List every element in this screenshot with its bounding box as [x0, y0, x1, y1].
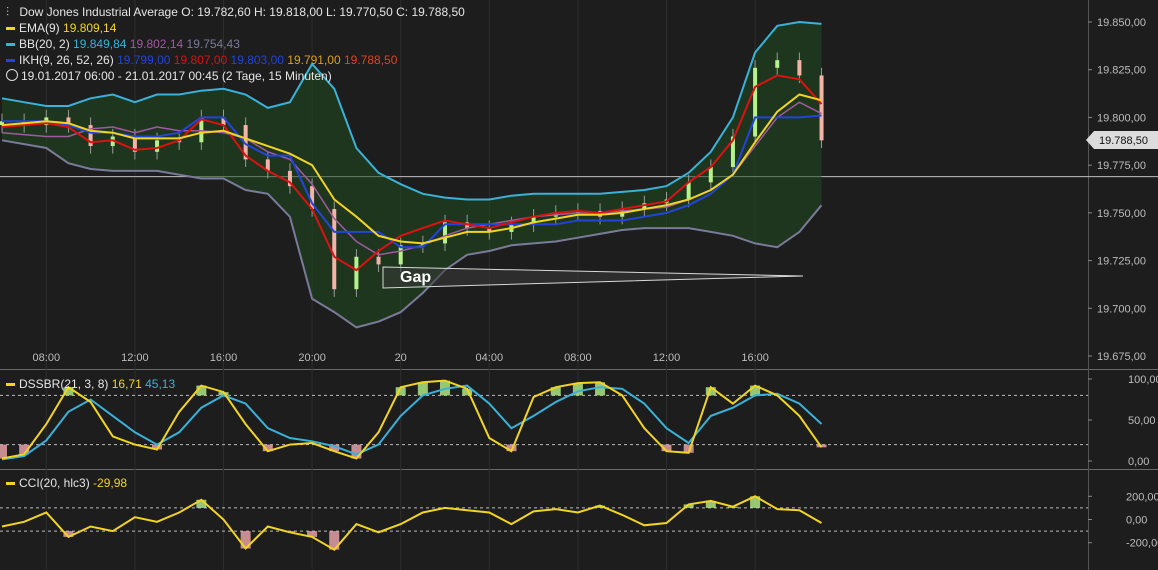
dssbr-value-fast: 16,71	[111, 377, 142, 391]
bb-value-upper: 19.849,84	[73, 37, 127, 51]
x-tick-label: 16:00	[210, 352, 238, 364]
dss-y-tick-label: 50,00	[1128, 415, 1156, 427]
y-tick-label: 19.725,00	[1097, 256, 1146, 268]
candle-body	[753, 67, 758, 137]
dssbr-value-slow: 45,13	[145, 377, 176, 391]
candle-body	[686, 182, 691, 200]
ohlc-high: H: 19.818,00	[253, 5, 323, 19]
candle-body	[376, 256, 381, 265]
legend-title-row: ⫶ Dow Jones Industrial Average O: 19.782…	[6, 4, 465, 20]
date-duration: (2 Tage, 15 Minuten)	[221, 69, 332, 83]
candle-body	[354, 256, 359, 290]
ikh-value-5: 19.788,50	[344, 53, 398, 67]
bb-value-middle: 19.802,14	[129, 37, 184, 51]
cci-label: CCI(20, hlc3)	[19, 476, 90, 490]
x-tick-label: 04:00	[476, 352, 504, 364]
dssbr-label: DSSBR(21, 3, 8)	[19, 377, 109, 391]
cci-legend[interactable]: CCI(20, hlc3) -29,98	[6, 476, 127, 490]
x-tick-label: 12:00	[121, 352, 149, 364]
ikh-value-4: 19.791,00	[287, 53, 341, 67]
candle-body	[775, 60, 780, 68]
y-tick-label: 19.750,00	[1097, 208, 1146, 220]
y-tick-label: 19.775,00	[1097, 160, 1146, 172]
cci-value: -29,98	[93, 476, 128, 490]
legend-range-row: 19.01.2017 06:00 - 21.01.2017 00:45 (2 T…	[6, 68, 465, 84]
y-tick-label: 19.825,00	[1097, 65, 1146, 77]
ohlc-low: L: 19.770,50	[326, 5, 393, 19]
x-tick-label: 20	[395, 352, 407, 364]
dssbr-swatch	[6, 383, 15, 387]
ikh-value-3: 19.803,00	[230, 53, 284, 67]
bb-value-lower: 19.754,43	[186, 37, 240, 51]
y-tick-label: 19.675,00	[1097, 351, 1146, 363]
ikh-value-2: 19.807,00	[173, 53, 228, 67]
candle-body	[797, 60, 802, 76]
legend-ikh-row[interactable]: IKH(9, 26, 52, 26) 19.799,00 19.807,00 1…	[6, 52, 465, 68]
clock-icon	[6, 69, 18, 81]
ikh-value-1: 19.799,00	[117, 53, 171, 67]
ikh-swatch	[6, 59, 15, 63]
cci-y-tick-label: -200,00	[1126, 538, 1158, 550]
cci-y-tick-label: 0,00	[1126, 515, 1147, 527]
chart-stage: 08:00 12:00 16:00 20:00 20 04:00 08:00 12:00 16:…	[0, 0, 1158, 570]
x-tick-label: 08:00	[33, 352, 61, 364]
ema-label: EMA(9)	[19, 21, 60, 35]
price-legend: ⫶ Dow Jones Industrial Average O: 19.782…	[6, 4, 465, 84]
date-range: 19.01.2017 06:00 - 21.01.2017 00:45	[21, 69, 219, 83]
x-tick-label: 20:00	[298, 352, 326, 364]
last-price-tag: 19.788,50	[1086, 131, 1158, 149]
dss-y-tick-label: 0,00	[1128, 456, 1149, 468]
x-tick-label: 08:00	[564, 352, 592, 364]
legend-ema-row[interactable]: EMA(9) 19.809,14	[6, 20, 465, 36]
x-tick-label: 12:00	[653, 352, 681, 364]
gap-label: Gap	[400, 269, 431, 286]
bb-swatch	[6, 43, 15, 47]
ohlc-open: O: 19.782,60	[181, 5, 251, 19]
last-price-label: 19.788,50	[1099, 135, 1148, 147]
ikh-label: IKH(9, 26, 52, 26)	[19, 53, 114, 67]
candle-body	[708, 167, 713, 183]
y-tick-label: 19.800,00	[1097, 112, 1146, 124]
bb-label: BB(20, 2)	[19, 37, 70, 51]
dss-oversold-fill	[0, 444, 7, 459]
cci-swatch	[6, 482, 15, 486]
y-tick-label: 19.850,00	[1097, 17, 1146, 29]
ema-value: 19.809,14	[63, 21, 117, 35]
dssbr-legend[interactable]: DSSBR(21, 3, 8) 16,71 45,13	[6, 377, 175, 391]
instrument-name[interactable]: Dow Jones Industrial Average	[19, 5, 178, 19]
candle-body	[155, 140, 160, 152]
y-tick-label: 19.700,00	[1097, 303, 1146, 315]
chart-type-icon[interactable]: ⫶	[6, 4, 16, 20]
cci-y-tick-label: 200,00	[1126, 491, 1158, 503]
x-tick-label: 16:00	[741, 352, 769, 364]
dss-y-tick-label: 100,00	[1128, 374, 1158, 386]
legend-bb-row[interactable]: BB(20, 2) 19.849,84 19.802,14 19.754,43	[6, 36, 465, 52]
candle-body	[819, 75, 824, 141]
ohlc-close: C: 19.788,50	[396, 5, 465, 19]
ema-swatch	[6, 27, 15, 31]
